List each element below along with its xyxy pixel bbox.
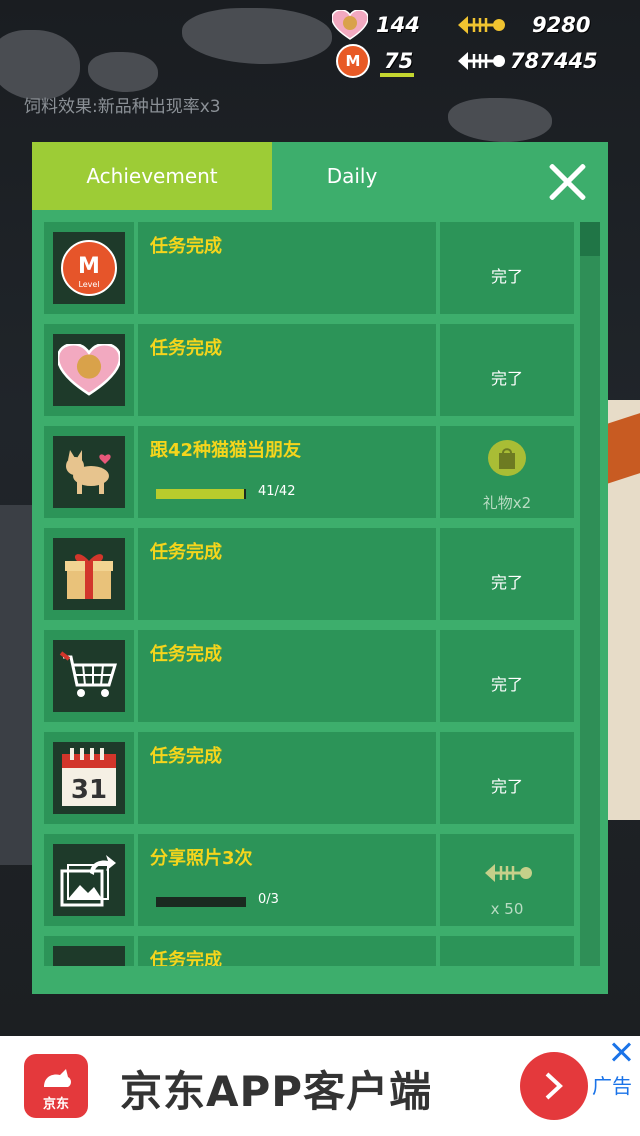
scrollbar[interactable] bbox=[580, 222, 600, 966]
cat-friend-icon bbox=[53, 436, 125, 508]
list-item: 31 任务完成 完了 bbox=[44, 732, 574, 824]
list-item: 任务完成 bbox=[44, 936, 574, 966]
cat-heart-icon bbox=[332, 10, 368, 40]
list-item: M Level 任务完成 完了 bbox=[44, 222, 574, 314]
task-title: 分享照片3次 bbox=[150, 848, 253, 869]
task-title: 跟42种猫猫当朋友 bbox=[150, 440, 302, 461]
achievement-dialog: Achievement Daily M Level 任务完成 完了 任务完成 完… bbox=[32, 142, 608, 994]
ad-text[interactable]: 京东APP客户端 bbox=[120, 1058, 432, 1119]
fish-bone-icon bbox=[485, 864, 532, 882]
unknown-icon bbox=[53, 946, 125, 966]
row-icon-cell bbox=[44, 528, 134, 620]
row-icon-cell bbox=[44, 324, 134, 416]
row-reward-cell: 完了 bbox=[440, 630, 574, 722]
gift-box-icon bbox=[53, 538, 125, 610]
fish-bone-icon bbox=[458, 52, 505, 70]
progress-bar bbox=[156, 489, 246, 499]
task-title: 任务完成 bbox=[150, 236, 222, 257]
row-main-cell: 任务完成 bbox=[138, 630, 436, 722]
task-status: 完了 bbox=[490, 777, 523, 796]
task-title: 任务完成 bbox=[150, 746, 222, 767]
row-icon-cell bbox=[44, 834, 134, 926]
task-title: 任务完成 bbox=[150, 542, 222, 563]
calendar-icon: 31 bbox=[53, 742, 125, 814]
close-icon[interactable] bbox=[546, 160, 590, 204]
row-reward-cell: 完了 bbox=[440, 528, 574, 620]
progress-text: 41/42 bbox=[258, 484, 296, 499]
jd-dog-icon bbox=[44, 1069, 71, 1087]
progress-text: 0/3 bbox=[258, 892, 279, 907]
calendar-day: 31 bbox=[71, 775, 107, 805]
floating-rock bbox=[88, 52, 158, 92]
list-item: 分享照片3次 0/3 x 50 bbox=[44, 834, 574, 926]
tab-daily[interactable]: Daily bbox=[272, 142, 432, 210]
task-title: 任务完成 bbox=[150, 644, 222, 665]
row-main-cell: 任务完成 bbox=[138, 528, 436, 620]
task-status: 完了 bbox=[490, 573, 523, 592]
fish-bone-icon bbox=[458, 16, 505, 34]
row-icon-cell: 31 bbox=[44, 732, 134, 824]
jd-logo-icon[interactable]: 京东 bbox=[24, 1054, 88, 1118]
row-icon-cell bbox=[44, 936, 134, 966]
row-reward-cell: 礼物x2 bbox=[440, 426, 574, 518]
list-item: 任务完成 完了 bbox=[44, 630, 574, 722]
hearts-value: 144 bbox=[376, 13, 420, 37]
progress-bar bbox=[156, 897, 246, 907]
reward-label: x 50 bbox=[490, 900, 524, 918]
fish-small-value: 9280 bbox=[532, 13, 591, 37]
svg-text:Level: Level bbox=[78, 280, 99, 289]
share-photo-icon bbox=[53, 844, 125, 916]
row-main-cell: 分享照片3次 0/3 bbox=[138, 834, 436, 926]
ad-brand: 京东 bbox=[42, 1097, 69, 1112]
svg-text:M: M bbox=[78, 254, 100, 279]
reward-label: 礼物x2 bbox=[482, 494, 532, 512]
row-reward-cell bbox=[440, 936, 574, 966]
task-title: 任务完成 bbox=[150, 950, 222, 966]
fish-small-counter: 9280 bbox=[454, 12, 590, 38]
scrollbar-thumb[interactable] bbox=[580, 222, 600, 256]
row-icon-cell bbox=[44, 426, 134, 518]
row-reward-cell: 完了 bbox=[440, 732, 574, 824]
row-icon-cell: M Level bbox=[44, 222, 134, 314]
level-value: 75 bbox=[384, 49, 414, 73]
tab-achievement[interactable]: Achievement bbox=[32, 142, 272, 210]
shopping-cart-icon bbox=[53, 640, 125, 712]
task-status: 完了 bbox=[490, 267, 523, 286]
row-icon-cell bbox=[44, 630, 134, 722]
feed-effect-text: 饲料效果:新品种出现率x3 bbox=[24, 97, 221, 117]
chevron-right-icon bbox=[545, 1072, 563, 1100]
hearts-counter: 144 bbox=[332, 10, 420, 40]
level-badge-icon: M bbox=[336, 44, 370, 78]
floating-rock bbox=[182, 8, 332, 64]
ad-open-button[interactable] bbox=[520, 1052, 588, 1120]
ad-banner[interactable]: 京东 京东APP客户端 广告 bbox=[0, 1036, 640, 1136]
level-progress-bar bbox=[380, 73, 414, 77]
list-item: 任务完成 完了 bbox=[44, 324, 574, 416]
ad-tag: 广告 bbox=[592, 1074, 632, 1098]
row-main-cell: 跟42种猫猫当朋友 41/42 bbox=[138, 426, 436, 518]
list-item: 跟42种猫猫当朋友 41/42 礼物x2 bbox=[44, 426, 574, 518]
fish-total-counter: 787445 bbox=[454, 48, 598, 74]
list-item: 任务完成 完了 bbox=[44, 528, 574, 620]
floating-rock bbox=[0, 30, 80, 100]
progress-fill bbox=[156, 489, 244, 499]
row-reward-cell: 完了 bbox=[440, 324, 574, 416]
row-main-cell: 任务完成 bbox=[138, 936, 436, 966]
row-reward-cell: x 50 bbox=[440, 834, 574, 926]
row-main-cell: 任务完成 bbox=[138, 324, 436, 416]
row-main-cell: 任务完成 bbox=[138, 222, 436, 314]
floating-rock bbox=[448, 98, 552, 142]
task-status: 完了 bbox=[490, 675, 523, 694]
task-title: 任务完成 bbox=[150, 338, 222, 359]
task-status: 完了 bbox=[490, 369, 523, 388]
row-reward-cell: 完了 bbox=[440, 222, 574, 314]
fish-total-value: 787445 bbox=[510, 49, 598, 73]
level-badge-icon: M Level bbox=[53, 232, 125, 304]
ad-close-icon[interactable] bbox=[610, 1040, 634, 1064]
achievement-list[interactable]: M Level 任务完成 完了 任务完成 完了 跟42种猫猫当朋友 41/42 … bbox=[44, 222, 574, 966]
cat-heart-icon bbox=[53, 334, 125, 406]
row-main-cell: 任务完成 bbox=[138, 732, 436, 824]
gift-bag-icon bbox=[488, 440, 526, 476]
